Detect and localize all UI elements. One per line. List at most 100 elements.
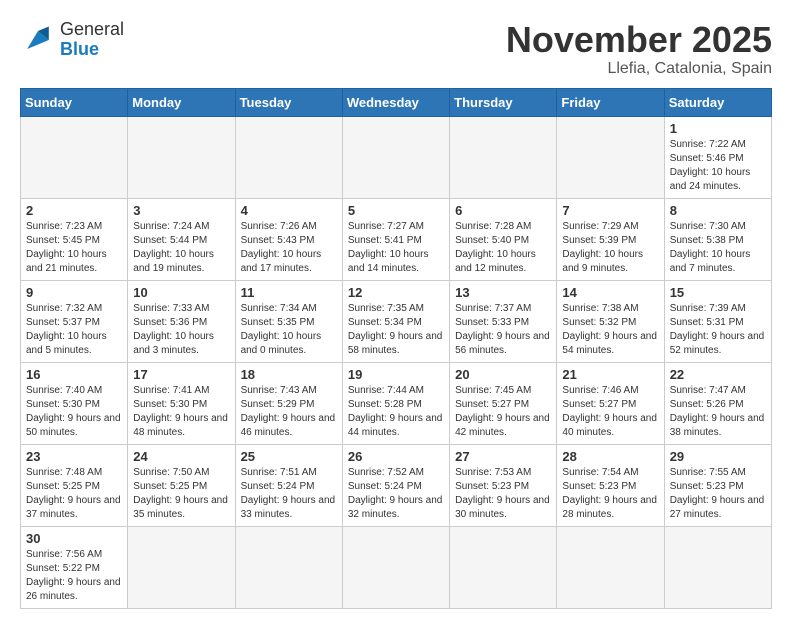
day-info: Sunrise: 7:41 AM Sunset: 5:30 PM Dayligh…	[133, 384, 229, 440]
day-number: 28	[562, 449, 658, 464]
day-info: Sunrise: 7:29 AM Sunset: 5:39 PM Dayligh…	[562, 220, 658, 276]
day-number: 16	[26, 367, 122, 382]
day-number: 19	[348, 367, 444, 382]
calendar-day-cell: 20 Sunrise: 7:45 AM Sunset: 5:27 PM Dayli…	[450, 362, 557, 444]
calendar-day-cell: 6 Sunrise: 7:28 AM Sunset: 5:40 PM Daylig…	[450, 198, 557, 280]
weekday-header-thursday: Thursday	[450, 88, 557, 116]
day-info: Sunrise: 7:55 AM Sunset: 5:23 PM Dayligh…	[670, 466, 766, 522]
calendar-day-cell: 3 Sunrise: 7:24 AM Sunset: 5:44 PM Daylig…	[128, 198, 235, 280]
day-info: Sunrise: 7:27 AM Sunset: 5:41 PM Dayligh…	[348, 220, 444, 276]
calendar-day-cell: 29 Sunrise: 7:55 AM Sunset: 5:23 PM Dayli…	[664, 444, 771, 526]
calendar-day-cell: 5 Sunrise: 7:27 AM Sunset: 5:41 PM Daylig…	[342, 198, 449, 280]
calendar-day-cell: 28 Sunrise: 7:54 AM Sunset: 5:23 PM Dayli…	[557, 444, 664, 526]
day-number: 30	[26, 531, 122, 546]
calendar-day-cell: 26 Sunrise: 7:52 AM Sunset: 5:24 PM Dayli…	[342, 444, 449, 526]
day-info: Sunrise: 7:38 AM Sunset: 5:32 PM Dayligh…	[562, 302, 658, 358]
calendar-day-cell: 7 Sunrise: 7:29 AM Sunset: 5:39 PM Daylig…	[557, 198, 664, 280]
day-info: Sunrise: 7:45 AM Sunset: 5:27 PM Dayligh…	[455, 384, 551, 440]
calendar-day-cell	[235, 116, 342, 198]
day-number: 20	[455, 367, 551, 382]
day-info: Sunrise: 7:43 AM Sunset: 5:29 PM Dayligh…	[241, 384, 337, 440]
day-info: Sunrise: 7:24 AM Sunset: 5:44 PM Dayligh…	[133, 220, 229, 276]
day-number: 10	[133, 285, 229, 300]
calendar-day-cell: 18 Sunrise: 7:43 AM Sunset: 5:29 PM Dayli…	[235, 362, 342, 444]
calendar-day-cell: 12Sunrise: 7:35 AM Sunset: 5:34 PM Dayli…	[342, 280, 449, 362]
calendar-week-row: 2 Sunrise: 7:23 AM Sunset: 5:45 PM Daylig…	[21, 198, 772, 280]
day-number: 26	[348, 449, 444, 464]
day-info: Sunrise: 7:52 AM Sunset: 5:24 PM Dayligh…	[348, 466, 444, 522]
day-info: Sunrise: 7:37 AM Sunset: 5:33 PM Dayligh…	[455, 302, 551, 358]
day-number: 18	[241, 367, 337, 382]
day-number: 15	[670, 285, 766, 300]
day-number: 24	[133, 449, 229, 464]
calendar-day-cell: 17 Sunrise: 7:41 AM Sunset: 5:30 PM Dayli…	[128, 362, 235, 444]
day-number: 27	[455, 449, 551, 464]
calendar-day-cell: 1Sunrise: 7:22 AM Sunset: 5:46 PM Daylig…	[664, 116, 771, 198]
calendar-day-cell	[557, 526, 664, 608]
calendar-day-cell	[450, 116, 557, 198]
calendar-day-cell: 30 Sunrise: 7:56 AM Sunset: 5:22 PM Dayli…	[21, 526, 128, 608]
day-number: 4	[241, 203, 337, 218]
day-number: 7	[562, 203, 658, 218]
calendar-title-section: November 2025 Llefia, Catalonia, Spain	[506, 20, 772, 78]
calendar-day-cell: 23Sunrise: 7:48 AM Sunset: 5:25 PM Dayli…	[21, 444, 128, 526]
day-info: Sunrise: 7:51 AM Sunset: 5:24 PM Dayligh…	[241, 466, 337, 522]
day-number: 21	[562, 367, 658, 382]
calendar-day-cell: 16 Sunrise: 7:40 AM Sunset: 5:30 PM Dayli…	[21, 362, 128, 444]
weekday-header-monday: Monday	[128, 88, 235, 116]
calendar-day-cell: 9 Sunrise: 7:32 AM Sunset: 5:37 PM Daylig…	[21, 280, 128, 362]
day-info: Sunrise: 7:56 AM Sunset: 5:22 PM Dayligh…	[26, 548, 122, 604]
weekday-header-tuesday: Tuesday	[235, 88, 342, 116]
weekday-header-wednesday: Wednesday	[342, 88, 449, 116]
location-title: Llefia, Catalonia, Spain	[506, 60, 772, 78]
day-info: Sunrise: 7:54 AM Sunset: 5:23 PM Dayligh…	[562, 466, 658, 522]
calendar-day-cell	[664, 526, 771, 608]
day-info: Sunrise: 7:32 AM Sunset: 5:37 PM Dayligh…	[26, 302, 122, 358]
calendar-week-row: 30 Sunrise: 7:56 AM Sunset: 5:22 PM Dayli…	[21, 526, 772, 608]
calendar-day-cell	[21, 116, 128, 198]
day-number: 9	[26, 285, 122, 300]
day-info: Sunrise: 7:47 AM Sunset: 5:26 PM Dayligh…	[670, 384, 766, 440]
day-number: 6	[455, 203, 551, 218]
logo-text: General Blue	[60, 20, 124, 60]
day-info: Sunrise: 7:40 AM Sunset: 5:30 PM Dayligh…	[26, 384, 122, 440]
day-info: Sunrise: 7:48 AM Sunset: 5:25 PM Dayligh…	[26, 466, 122, 522]
calendar-week-row: 16 Sunrise: 7:40 AM Sunset: 5:30 PM Dayli…	[21, 362, 772, 444]
day-info: Sunrise: 7:28 AM Sunset: 5:40 PM Dayligh…	[455, 220, 551, 276]
weekday-header-saturday: Saturday	[664, 88, 771, 116]
calendar-day-cell	[235, 526, 342, 608]
calendar-day-cell	[450, 526, 557, 608]
day-info: Sunrise: 7:30 AM Sunset: 5:38 PM Dayligh…	[670, 220, 766, 276]
calendar-day-cell: 8Sunrise: 7:30 AM Sunset: 5:38 PM Daylig…	[664, 198, 771, 280]
day-info: Sunrise: 7:26 AM Sunset: 5:43 PM Dayligh…	[241, 220, 337, 276]
day-number: 12	[348, 285, 444, 300]
day-number: 17	[133, 367, 229, 382]
day-info: Sunrise: 7:23 AM Sunset: 5:45 PM Dayligh…	[26, 220, 122, 276]
day-number: 2	[26, 203, 122, 218]
day-number: 29	[670, 449, 766, 464]
calendar-day-cell: 24Sunrise: 7:50 AM Sunset: 5:25 PM Dayli…	[128, 444, 235, 526]
calendar-day-cell	[128, 116, 235, 198]
weekday-header-sunday: Sunday	[21, 88, 128, 116]
calendar-day-cell: 25Sunrise: 7:51 AM Sunset: 5:24 PM Dayli…	[235, 444, 342, 526]
calendar-table: SundayMondayTuesdayWednesdayThursdayFrid…	[20, 88, 772, 609]
day-number: 3	[133, 203, 229, 218]
day-info: Sunrise: 7:44 AM Sunset: 5:28 PM Dayligh…	[348, 384, 444, 440]
calendar-day-cell	[342, 526, 449, 608]
day-number: 13	[455, 285, 551, 300]
calendar-day-cell: 27 Sunrise: 7:53 AM Sunset: 5:23 PM Dayli…	[450, 444, 557, 526]
day-number: 1	[670, 121, 766, 136]
day-info: Sunrise: 7:53 AM Sunset: 5:23 PM Dayligh…	[455, 466, 551, 522]
calendar-day-cell: 11Sunrise: 7:34 AM Sunset: 5:35 PM Dayli…	[235, 280, 342, 362]
calendar-day-cell: 2 Sunrise: 7:23 AM Sunset: 5:45 PM Daylig…	[21, 198, 128, 280]
logo: General Blue	[20, 20, 124, 60]
weekday-header-row: SundayMondayTuesdayWednesdayThursdayFrid…	[21, 88, 772, 116]
calendar-day-cell	[557, 116, 664, 198]
calendar-day-cell: 15 Sunrise: 7:39 AM Sunset: 5:31 PM Dayli…	[664, 280, 771, 362]
calendar-week-row: 9 Sunrise: 7:32 AM Sunset: 5:37 PM Daylig…	[21, 280, 772, 362]
day-number: 5	[348, 203, 444, 218]
calendar-day-cell	[342, 116, 449, 198]
day-info: Sunrise: 7:39 AM Sunset: 5:31 PM Dayligh…	[670, 302, 766, 358]
month-title: November 2025	[506, 20, 772, 60]
day-info: Sunrise: 7:33 AM Sunset: 5:36 PM Dayligh…	[133, 302, 229, 358]
